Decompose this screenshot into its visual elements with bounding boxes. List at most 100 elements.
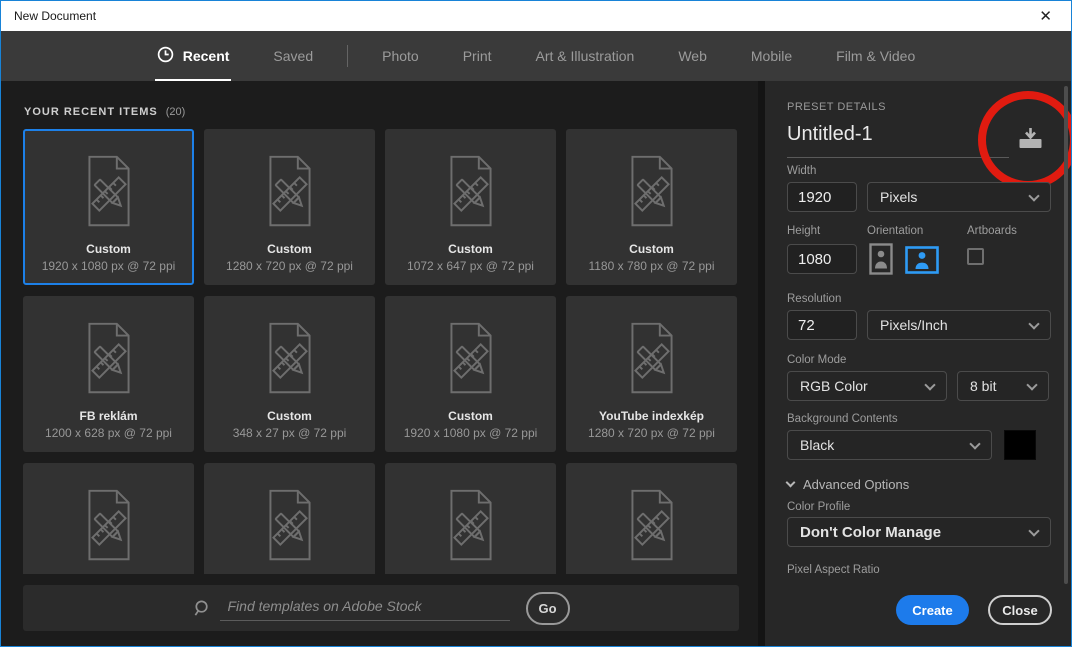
preset-card-grid: Custom 1920 x 1080 px @ 72 ppi Custom 12… [23, 129, 739, 574]
color-mode-select[interactable]: RGB Color [787, 371, 947, 401]
tab-film-video[interactable]: Film & Video [814, 31, 937, 81]
preset-card-dimensions: 1280 x 720 px @ 72 ppi [226, 259, 353, 273]
preset-card[interactable]: FB reklám 1200 x 628 px @ 72 ppi [23, 296, 194, 452]
go-button[interactable]: Go [525, 591, 570, 625]
preset-card[interactable]: YouTube indexkép 1280 x 720 px @ 72 ppi [566, 296, 737, 452]
tab-label: Art & Illustration [535, 48, 635, 64]
preset-card-dimensions: 1200 x 628 px @ 72 ppi [45, 426, 172, 440]
preset-card[interactable] [566, 463, 737, 574]
tab-mobile[interactable]: Mobile [729, 31, 814, 81]
preset-card[interactable]: Custom 1180 x 780 px @ 72 ppi [566, 129, 737, 285]
tab-label: Saved [273, 48, 314, 64]
width-label: Width [787, 165, 817, 177]
pixel-aspect-ratio-label: Pixel Aspect Ratio [787, 564, 880, 576]
background-color-swatch[interactable] [1004, 430, 1036, 460]
preset-card[interactable]: Custom 1072 x 647 px @ 72 ppi [385, 129, 556, 285]
preset-details-panel: PRESET DETAILS Untitled-1 Width Pixels H… [765, 81, 1071, 646]
search-icon [193, 599, 212, 618]
save-preset-icon[interactable] [1017, 127, 1044, 156]
new-document-dialog: New Document ✕ Recent Saved Photo Print [0, 0, 1072, 647]
color-profile-select[interactable]: Don't Color Manage [787, 517, 1051, 547]
document-pencil-ruler-icon [87, 322, 130, 394]
scrollbar[interactable] [1064, 86, 1068, 584]
preset-card-title: FB reklám [79, 409, 138, 423]
preset-card-dimensions: 1280 x 720 px @ 72 ppi [588, 426, 715, 440]
recent-items-heading: YOUR RECENT ITEMS (20) [24, 106, 186, 118]
chevron-down-icon [924, 378, 936, 391]
title-bar: New Document ✕ [1, 1, 1071, 31]
window-title: New Document [14, 9, 97, 23]
tab-label: Photo [382, 48, 419, 64]
document-pencil-ruler-icon [630, 322, 673, 394]
document-pencil-ruler-icon [87, 489, 130, 561]
height-label: Height [787, 225, 821, 237]
document-pencil-ruler-icon [449, 155, 492, 227]
artboards-checkbox[interactable] [967, 248, 984, 265]
height-input[interactable] [787, 244, 857, 274]
advanced-options-toggle[interactable]: Advanced Options [785, 477, 909, 492]
color-mode-label: Color Mode [787, 354, 847, 366]
color-profile-label: Color Profile [787, 501, 851, 513]
resolution-input[interactable] [787, 310, 857, 340]
clock-icon [157, 46, 174, 66]
tab-recent[interactable]: Recent [135, 31, 252, 81]
chevron-down-icon [1028, 524, 1040, 537]
document-pencil-ruler-icon [630, 489, 673, 561]
preset-card[interactable] [204, 463, 375, 574]
orientation-landscape-icon[interactable] [905, 246, 939, 274]
search-input[interactable] [219, 595, 510, 621]
preset-card[interactable] [385, 463, 556, 574]
preset-card-title: Custom [267, 242, 312, 256]
preset-card-title: Custom [448, 242, 493, 256]
recent-items-count: (20) [165, 106, 186, 118]
tab-label: Web [678, 48, 707, 64]
width-unit-select[interactable]: Pixels [867, 182, 1051, 212]
orientation-portrait-icon[interactable] [869, 243, 893, 275]
document-pencil-ruler-icon [268, 155, 311, 227]
document-pencil-ruler-icon [449, 322, 492, 394]
preset-card[interactable]: Custom 348 x 27 px @ 72 ppi [204, 296, 375, 452]
tab-label: Mobile [750, 48, 793, 64]
preset-card-title: YouTube indexkép [599, 409, 704, 423]
chevron-down-icon [969, 437, 981, 450]
tab-label: Recent [182, 48, 230, 64]
create-button[interactable]: Create [896, 595, 969, 625]
document-pencil-ruler-icon [630, 155, 673, 227]
background-contents-select[interactable]: Black [787, 430, 992, 460]
recent-items-panel: YOUR RECENT ITEMS (20) Custom 1920 x 108… [1, 81, 758, 646]
tab-photo[interactable]: Photo [360, 31, 441, 81]
preset-card-dimensions: 1920 x 1080 px @ 72 ppi [41, 259, 176, 273]
tab-saved[interactable]: Saved [251, 31, 335, 81]
artboards-label: Artboards [967, 225, 1017, 237]
preset-card[interactable] [23, 463, 194, 574]
preset-card[interactable]: Custom 1920 x 1080 px @ 72 ppi [385, 296, 556, 452]
chevron-down-icon [785, 477, 796, 488]
bit-depth-select[interactable]: 8 bit [957, 371, 1049, 401]
chevron-down-icon [1028, 189, 1040, 202]
preset-card[interactable]: Custom 1920 x 1080 px @ 72 ppi [23, 129, 194, 285]
preset-card[interactable]: Custom 1280 x 720 px @ 72 ppi [204, 129, 375, 285]
document-name-field[interactable]: Untitled-1 [787, 123, 873, 146]
tab-label: Film & Video [836, 48, 916, 64]
preset-card-dimensions: 1072 x 647 px @ 72 ppi [407, 259, 534, 273]
chevron-down-icon [1028, 317, 1040, 330]
preset-card-title: Custom [267, 409, 312, 423]
tab-print[interactable]: Print [441, 31, 514, 81]
panel-divider [758, 81, 765, 646]
preset-card-title: Custom [448, 409, 493, 423]
tab-web[interactable]: Web [656, 31, 729, 81]
resolution-label: Resolution [787, 293, 842, 305]
chevron-down-icon [1026, 378, 1038, 391]
width-input[interactable] [787, 182, 857, 212]
tab-divider [347, 45, 349, 67]
document-pencil-ruler-icon [268, 322, 311, 394]
tab-art-illustration[interactable]: Art & Illustration [514, 31, 657, 81]
close-icon[interactable]: ✕ [1033, 7, 1058, 26]
preset-card-title: Custom [86, 242, 131, 256]
document-pencil-ruler-icon [268, 489, 311, 561]
close-button[interactable]: Close [988, 595, 1052, 625]
category-tab-bar: Recent Saved Photo Print Art & Illustrat… [1, 31, 1071, 81]
preset-card-dimensions: 1920 x 1080 px @ 72 ppi [403, 426, 538, 440]
document-pencil-ruler-icon [87, 155, 130, 227]
resolution-unit-select[interactable]: Pixels/Inch [867, 310, 1051, 340]
